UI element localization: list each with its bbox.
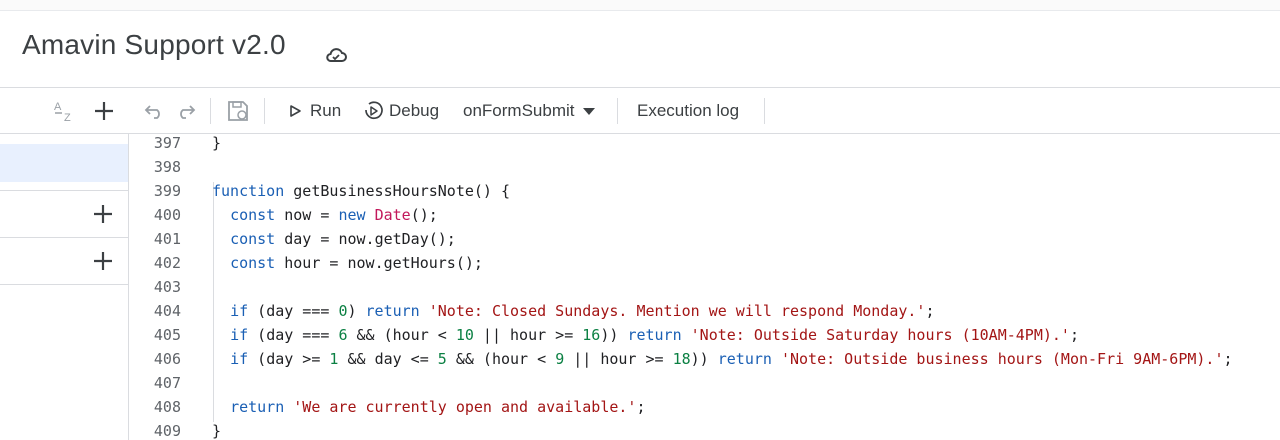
toolbar-divider bbox=[264, 98, 265, 124]
code-text: } bbox=[212, 134, 222, 152]
line-number: 402 bbox=[153, 254, 181, 272]
code-line[interactable]: 397} bbox=[129, 134, 1280, 155]
toolbar-divider bbox=[210, 98, 211, 124]
code-line[interactable]: 403 bbox=[129, 275, 1280, 299]
code-line[interactable]: 408 return 'We are currently open and av… bbox=[129, 395, 1280, 419]
execution-log-button[interactable]: Execution log bbox=[637, 88, 739, 133]
selected-file-item[interactable] bbox=[0, 144, 128, 182]
debug-icon bbox=[365, 100, 383, 119]
sidebar-divider bbox=[0, 237, 128, 238]
debug-button[interactable]: Debug bbox=[363, 88, 439, 133]
run-button[interactable]: Run bbox=[288, 88, 341, 133]
line-number: 405 bbox=[153, 326, 181, 344]
sort-az-icon[interactable]: A Z bbox=[52, 88, 78, 133]
caret-down-icon bbox=[583, 107, 596, 115]
line-number: 400 bbox=[153, 206, 181, 224]
code-line[interactable]: 404 if (day === 0) return 'Note: Closed … bbox=[129, 299, 1280, 323]
save-icon[interactable] bbox=[226, 88, 250, 133]
undo-icon[interactable] bbox=[144, 88, 164, 133]
code-line[interactable]: 398 bbox=[129, 155, 1280, 179]
code-line[interactable]: 405 if (day === 6 && (hour < 10 || hour … bbox=[129, 323, 1280, 347]
add-file-icon[interactable] bbox=[93, 88, 115, 133]
code-text: function getBusinessHoursNote() { bbox=[212, 182, 511, 200]
code-text: if (day >= 1 && day <= 5 && (hour < 9 ||… bbox=[230, 350, 1233, 368]
line-number: 397 bbox=[153, 134, 181, 152]
svg-text:Z: Z bbox=[64, 112, 71, 123]
execution-log-label: Execution log bbox=[637, 100, 740, 120]
code-line[interactable]: 400 const now = new Date(); bbox=[129, 203, 1280, 227]
redo-icon[interactable] bbox=[176, 88, 196, 133]
line-number: 409 bbox=[153, 422, 181, 440]
line-number: 406 bbox=[153, 350, 181, 368]
function-select[interactable]: onFormSubmit bbox=[463, 88, 596, 133]
svg-text:A: A bbox=[54, 101, 62, 113]
code-text: const now = new Date(); bbox=[230, 206, 438, 224]
sidebar-divider bbox=[0, 190, 128, 191]
project-title[interactable]: Amavin Support v2.0 bbox=[22, 29, 286, 61]
editor-toolbar: A Z Run Debug onFormSubmit Execution log bbox=[0, 88, 1280, 134]
code-line[interactable]: 401 const day = now.getDay(); bbox=[129, 227, 1280, 251]
code-line[interactable]: 402 const hour = now.getHours(); bbox=[129, 251, 1280, 275]
toolbar-divider bbox=[764, 98, 765, 124]
line-number: 408 bbox=[153, 398, 181, 416]
code-line[interactable]: 406 if (day >= 1 && day <= 5 && (hour < … bbox=[129, 347, 1280, 371]
code-text: return 'We are currently open and availa… bbox=[230, 398, 646, 416]
browser-top-strip bbox=[0, 0, 1280, 11]
code-text: if (day === 6 && (hour < 10 || hour >= 1… bbox=[230, 326, 1079, 344]
line-number: 399 bbox=[153, 182, 181, 200]
code-text: if (day === 0) return 'Note: Closed Sund… bbox=[230, 302, 935, 320]
code-text: const day = now.getDay(); bbox=[230, 230, 456, 248]
code-line[interactable]: 409} bbox=[129, 419, 1280, 440]
code-editor[interactable]: 397} 398 399 function getBusinessHoursNote(… bbox=[129, 134, 1280, 440]
run-label: Run bbox=[310, 100, 342, 120]
line-number: 404 bbox=[153, 302, 181, 320]
sidebar-divider bbox=[0, 284, 128, 285]
toolbar-divider bbox=[617, 98, 618, 124]
file-sidebar bbox=[0, 134, 129, 440]
debug-label: Debug bbox=[389, 100, 440, 120]
line-number: 407 bbox=[153, 374, 181, 392]
title-bar: Amavin Support v2.0 bbox=[0, 11, 1280, 88]
code-text: } bbox=[212, 422, 222, 440]
code-text: const hour = now.getHours(); bbox=[230, 254, 483, 272]
code-line[interactable]: 407 bbox=[129, 371, 1280, 395]
line-number: 398 bbox=[153, 158, 181, 176]
function-select-value: onFormSubmit bbox=[463, 100, 575, 120]
line-number: 403 bbox=[153, 278, 181, 296]
cloud-saved-icon[interactable] bbox=[325, 47, 347, 63]
play-icon bbox=[290, 104, 301, 117]
add-library-icon[interactable] bbox=[92, 203, 114, 225]
add-service-icon[interactable] bbox=[92, 250, 114, 272]
line-number: 401 bbox=[153, 230, 181, 248]
code-line[interactable]: 399 function getBusinessHoursNote() { bbox=[129, 179, 1280, 203]
